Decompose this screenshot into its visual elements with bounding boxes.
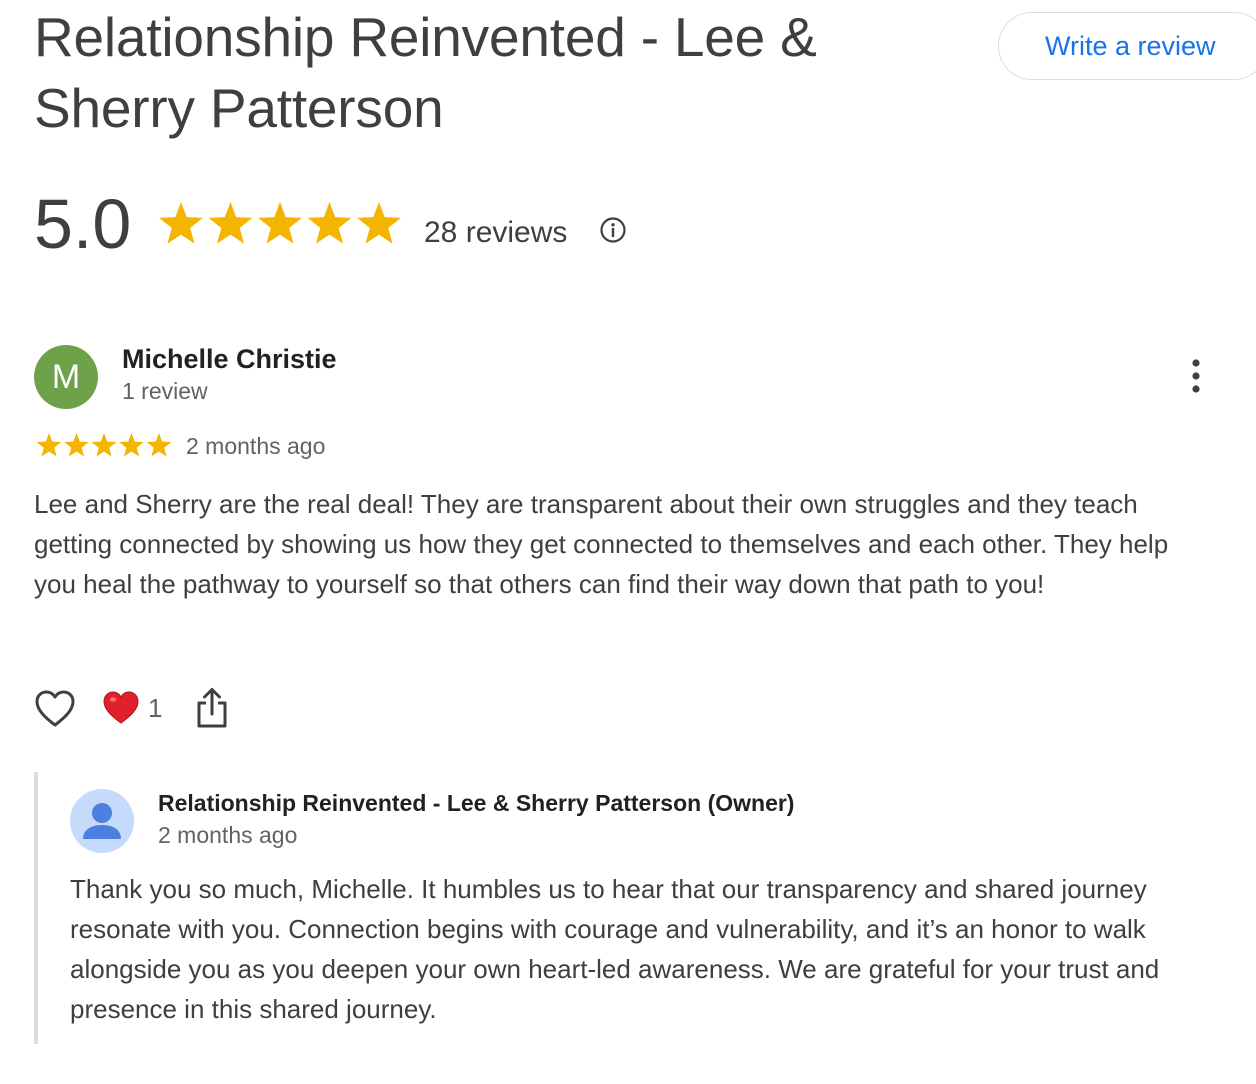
- reviewer-avatar[interactable]: M: [34, 345, 98, 409]
- reviewer-name[interactable]: Michelle Christie: [122, 344, 337, 375]
- heart-outline-icon[interactable]: [34, 688, 76, 730]
- star-icon: [36, 433, 62, 457]
- star-icon: [146, 433, 172, 457]
- star-icon: [357, 202, 401, 244]
- reply-divider: [34, 772, 38, 1044]
- rating-stars: [159, 202, 401, 244]
- star-icon: [64, 433, 89, 457]
- owner-reply-date: 2 months ago: [158, 822, 298, 848]
- star-icon: [208, 202, 253, 244]
- owner-name: Relationship Reinvented - Lee & Sherry P…: [158, 790, 795, 816]
- red-heart-icon[interactable]: [102, 689, 140, 727]
- review-date: 2 months ago: [186, 433, 326, 459]
- write-review-button[interactable]: Write a review: [998, 12, 1256, 80]
- review-text: Lee and Sherry are the real deal! They a…: [34, 489, 1169, 599]
- reviewer-review-count: 1 review: [122, 378, 208, 404]
- star-icon: [159, 202, 203, 244]
- star-icon: [91, 433, 117, 457]
- info-icon[interactable]: [599, 216, 627, 244]
- review-count-link[interactable]: 28 reviews: [424, 216, 567, 250]
- review-stars: [36, 433, 172, 457]
- owner-reply-text: Thank you so much, Michelle. It humbles …: [70, 874, 1160, 1024]
- person-icon: [70, 789, 134, 853]
- business-title: Relationship Reinvented - Lee & Sherry P…: [34, 6, 817, 139]
- rating-value: 5.0: [34, 185, 132, 263]
- star-icon: [258, 202, 302, 244]
- star-icon: [119, 433, 144, 457]
- star-icon: [307, 202, 352, 244]
- rating-summary: 5.0 28 reviews: [34, 184, 734, 264]
- share-icon[interactable]: [195, 686, 229, 730]
- more-vert-icon[interactable]: [1182, 357, 1210, 397]
- reaction-count: 1: [148, 693, 163, 723]
